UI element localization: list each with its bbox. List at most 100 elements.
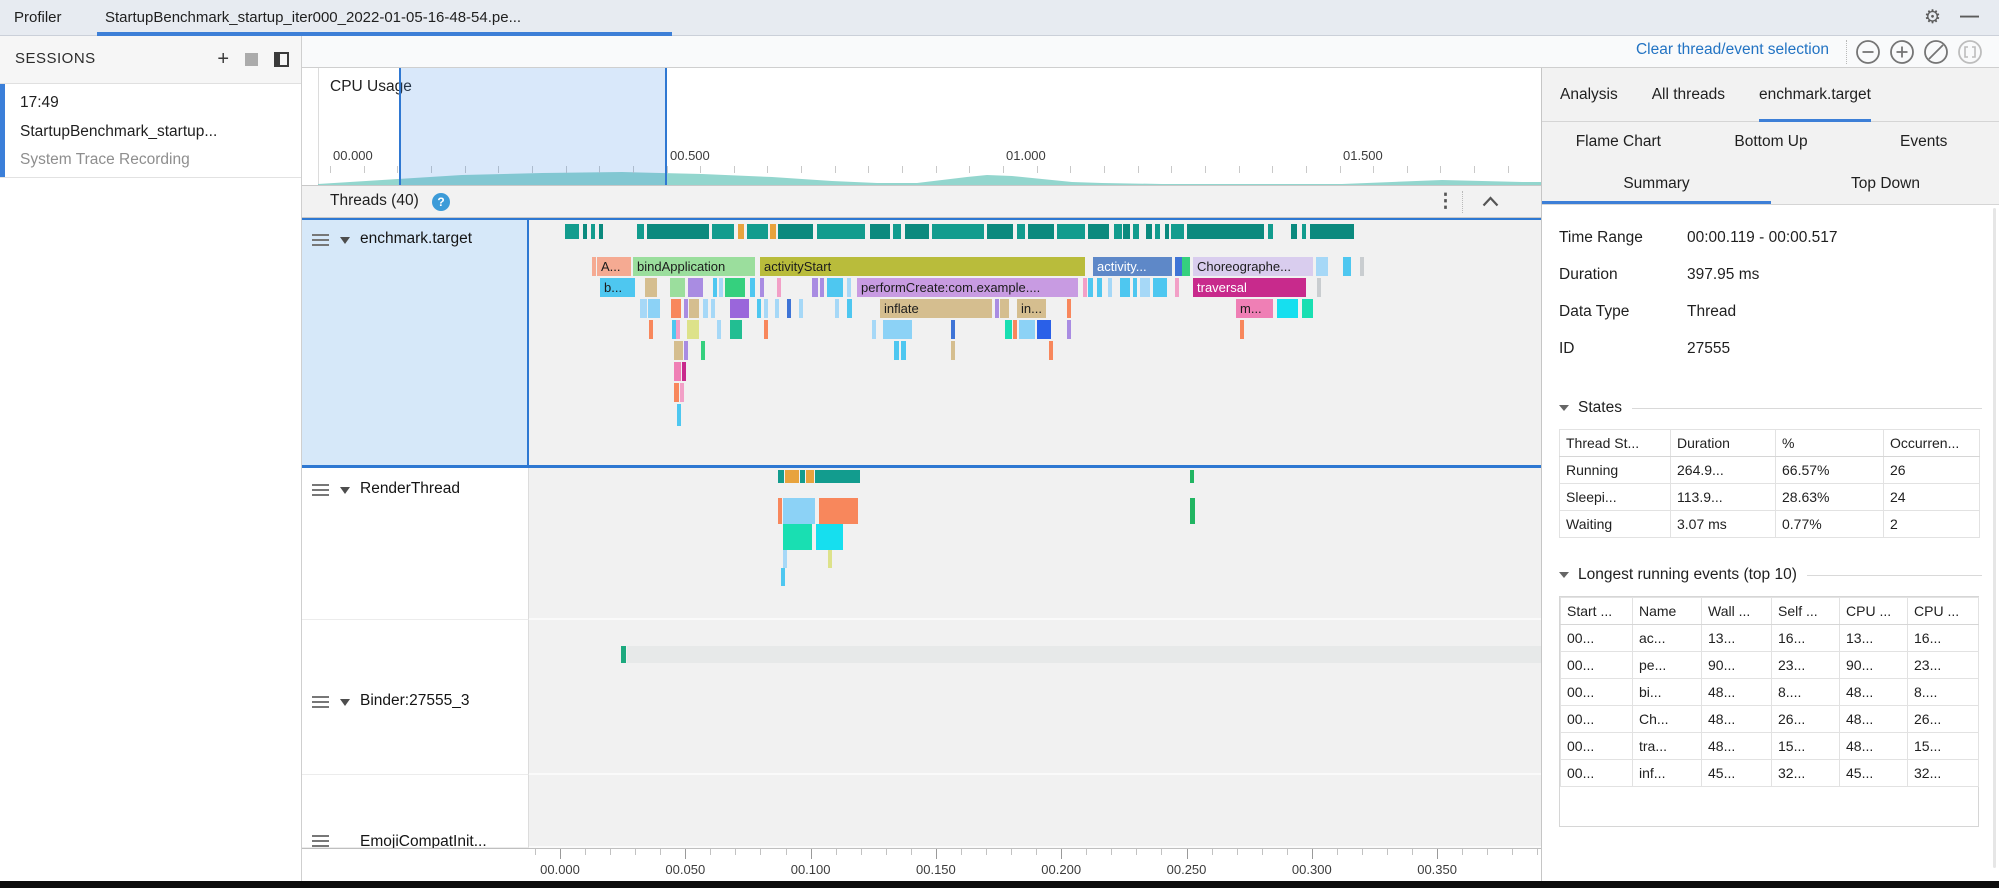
trace-event[interactable] (627, 646, 1541, 663)
trace-event[interactable] (783, 524, 812, 550)
trace-event[interactable] (1277, 299, 1298, 318)
trace-event[interactable] (1097, 278, 1102, 297)
trace-event[interactable] (738, 224, 744, 239)
trace-event[interactable] (1120, 278, 1130, 297)
column-header[interactable]: Occurren... (1884, 430, 1980, 457)
column-header[interactable]: Duration (1671, 430, 1776, 457)
cpu-usage-strip[interactable]: CPU Usage 00.00000.50001.00001.500 (302, 68, 1541, 185)
tab-summary[interactable]: Summary (1542, 162, 1771, 204)
thread-trace-enchmark[interactable]: A...bindApplicationactivityStartactivity… (529, 220, 1541, 465)
trace-event[interactable] (815, 470, 860, 483)
trace-event[interactable]: activity... (1093, 257, 1172, 276)
trace-event[interactable] (835, 299, 839, 318)
trace-event[interactable] (677, 404, 681, 426)
trace-event[interactable] (987, 224, 1013, 239)
thread-label-cell[interactable]: Binder:27555_3 (302, 620, 529, 775)
thread-trace-binder[interactable] (529, 620, 1541, 775)
table-row[interactable]: 00...pe...90...23...90...23... (1561, 652, 1979, 679)
thread-row-emojicompat[interactable]: EmojiCompatInit... (302, 775, 1541, 848)
trace-event[interactable] (894, 341, 899, 360)
trace-event[interactable] (750, 278, 755, 297)
trace-event[interactable]: m... (1236, 299, 1273, 318)
trace-event[interactable] (1317, 278, 1321, 297)
thread-trace-emojicompat[interactable] (529, 775, 1541, 848)
expand-arrow-icon[interactable] (340, 487, 350, 494)
trace-event[interactable] (713, 278, 717, 297)
trace-event[interactable] (645, 278, 657, 297)
trace-event[interactable]: Choreographe... (1193, 257, 1313, 276)
trace-event[interactable] (1146, 224, 1152, 239)
thread-row-binder[interactable]: Binder:27555_3 (302, 620, 1541, 775)
zoom-in-icon[interactable] (1889, 39, 1915, 65)
trace-event[interactable] (592, 257, 596, 276)
trace-event[interactable] (1037, 320, 1051, 339)
trace-event[interactable] (711, 299, 715, 318)
trace-event[interactable] (1302, 224, 1306, 239)
column-header[interactable]: Start ... (1561, 598, 1633, 625)
thread-trace-renderthread[interactable] (529, 468, 1541, 620)
trace-event[interactable] (1133, 224, 1139, 239)
trace-event[interactable] (1360, 257, 1364, 276)
trace-event[interactable] (647, 224, 709, 239)
trace-event[interactable] (770, 224, 776, 239)
trace-event[interactable] (1088, 224, 1109, 239)
trace-event[interactable] (670, 278, 685, 297)
trace-event[interactable] (730, 299, 749, 318)
trace-event[interactable] (827, 278, 843, 297)
minimize-icon[interactable]: — (1960, 6, 1979, 28)
table-row[interactable]: Running264.9...66.57%26 (1560, 457, 1980, 484)
trace-event[interactable]: bindApplication (633, 257, 755, 276)
trace-event[interactable] (1190, 498, 1195, 524)
trace-event[interactable] (1153, 278, 1167, 297)
trace-event[interactable] (1019, 320, 1035, 339)
trace-event[interactable] (901, 341, 906, 360)
trace-event[interactable] (1028, 224, 1054, 239)
longest-events-section-header[interactable]: Longest running events (top 10) (1559, 566, 1984, 584)
trace-event[interactable] (951, 320, 955, 339)
trace-event[interactable] (812, 278, 818, 297)
trace-event[interactable] (1057, 224, 1085, 239)
trace-event[interactable] (682, 362, 686, 381)
trace-event[interactable] (1133, 278, 1137, 297)
trace-event[interactable] (1182, 257, 1190, 276)
trace-event[interactable] (847, 299, 852, 318)
trace-event[interactable] (1123, 224, 1130, 239)
trace-event[interactable]: in... (1017, 299, 1046, 318)
trace-event[interactable] (785, 470, 799, 483)
kebab-menu-icon[interactable]: ⋮ (1436, 190, 1455, 213)
trace-event[interactable] (775, 299, 779, 318)
thread-row-enchmark-target[interactable]: enchmark.target A...bindApplicationactiv… (302, 218, 1541, 468)
states-section-header[interactable]: States (1559, 399, 1984, 417)
thread-label-cell[interactable]: EmojiCompatInit... (302, 775, 529, 848)
table-row[interactable]: Sleepi...113.9...28.63%24 (1560, 484, 1980, 511)
trace-event[interactable] (787, 299, 791, 318)
trace-event[interactable] (671, 299, 681, 318)
table-row[interactable]: 00...inf...45...32...45...32... (1561, 760, 1979, 787)
trace-event[interactable] (817, 224, 865, 239)
trace-event[interactable] (1083, 278, 1087, 297)
trace-event[interactable] (565, 224, 579, 239)
tab-profiler[interactable]: Profiler (14, 0, 62, 36)
trace-event[interactable] (951, 341, 955, 360)
settings-gear-icon[interactable]: ⚙ (1924, 6, 1941, 29)
trace-event[interactable] (847, 278, 851, 297)
trace-event[interactable] (1190, 470, 1194, 483)
table-row[interactable]: 00...Ch...48...26...48...26... (1561, 706, 1979, 733)
trace-event[interactable] (676, 320, 680, 339)
trace-event[interactable] (1310, 224, 1354, 239)
trace-event[interactable] (1291, 224, 1297, 239)
trace-event[interactable] (1175, 278, 1179, 297)
trace-event[interactable] (799, 299, 803, 318)
trace-event[interactable] (703, 299, 708, 318)
trace-event[interactable]: performCreate:com.example.... (857, 278, 1078, 297)
trace-event[interactable] (674, 341, 683, 360)
trace-event[interactable] (781, 568, 785, 586)
trace-event[interactable] (816, 524, 843, 550)
trace-event[interactable] (905, 224, 929, 239)
tab-session-active[interactable]: StartupBenchmark_startup_iter000_2022-01… (105, 0, 521, 36)
trace-event[interactable] (591, 224, 595, 239)
trace-event[interactable] (684, 299, 688, 318)
trace-event[interactable] (687, 320, 699, 339)
trace-event[interactable] (649, 320, 653, 339)
trace-event[interactable] (783, 498, 815, 524)
